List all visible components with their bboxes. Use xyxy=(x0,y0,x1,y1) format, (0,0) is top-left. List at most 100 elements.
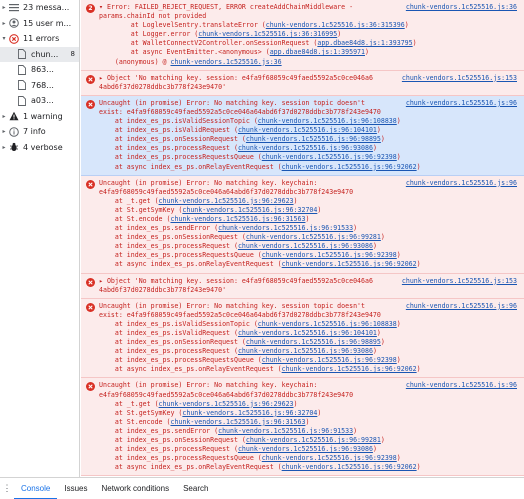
message-line: at async index_es_ps.onRelayEventRequest… xyxy=(99,463,520,472)
sidebar-item-8[interactable]: ▸ 7 info xyxy=(0,124,79,140)
stack-frame-link[interactable]: chunk-vendors.1c525516.js:96:29623 xyxy=(159,197,294,205)
source-link[interactable]: chunk-vendors.1c525516.js:153 xyxy=(402,74,517,83)
message-text: ▸ Object 'No matching key. session: e4fa… xyxy=(99,276,373,285)
message-text: ) xyxy=(396,153,401,162)
stack-frame-link[interactable]: chunk-vendors.1c525516.js:96:93086 xyxy=(238,347,373,355)
stack-frame-link[interactable]: chunk-vendors.1c525516.js:96:31563 xyxy=(170,418,305,426)
message-text: at index_es_ps.sendError ( xyxy=(99,426,219,435)
sidebar-item-5[interactable]: 768... xyxy=(0,78,79,94)
expand-arrow-icon: ▸ xyxy=(2,128,6,136)
stack-frame-link[interactable]: chunk-vendors.1c525516.js:96:92062 xyxy=(282,163,417,171)
message-text: at index_es_ps.isValidSessionTopic ( xyxy=(99,117,258,126)
message-text: ) xyxy=(380,436,385,445)
sidebar-item-label: 1 warning xyxy=(23,111,63,121)
console-message[interactable]: chunk-vendors.1c525516.js:96 Uncaught (in… xyxy=(81,298,524,379)
message-text: e4fa9f68059c49faed5592a5c0ce046a64abd6f3… xyxy=(99,390,354,399)
expand-arrow-icon: ▸ xyxy=(2,4,6,12)
message-text: at index_es_ps.processRequestsQueue ( xyxy=(99,356,262,365)
sidebar-item-count: 8 xyxy=(70,50,75,59)
stack-frame-link[interactable]: app.dbae84d8.js:1:395971 xyxy=(270,48,365,56)
stack-frame-link[interactable]: chunk-vendors.1c525516.js:96:29623 xyxy=(159,400,294,408)
console-message[interactable]: 2 chunk-vendors.1c525516.js:36 ▾ Error: FA… xyxy=(81,0,524,71)
sidebar-item-9[interactable]: ▸ 4 verbose xyxy=(0,140,79,156)
source-link[interactable]: chunk-vendors.1c525516.js:153 xyxy=(402,277,517,286)
message-text: ) xyxy=(396,319,401,328)
message-text: ) xyxy=(372,445,377,454)
repeat-count-badge: 2 xyxy=(86,4,95,13)
message-text: ) xyxy=(396,356,401,365)
message-line: at St.encode (chunk-vendors.1c525516.js:… xyxy=(99,418,520,427)
message-text: e4fa9f68059c49faed5592a5c0ce046a64abd6f3… xyxy=(99,187,354,196)
stack-frame-link[interactable]: chunk-vendors.1c525516.js:96:104101 xyxy=(238,126,377,134)
tab-network-conditions[interactable]: Network conditions xyxy=(94,478,176,499)
message-text: Uncaught (in promise) Error: No matching… xyxy=(99,301,365,310)
stack-frame-link[interactable]: chunk-vendors.1c525516.js:96:91533 xyxy=(218,427,353,435)
source-link[interactable]: chunk-vendors.1c525516.js:36 xyxy=(406,3,517,12)
stack-frame-link[interactable]: chunk-vendors.1c525516.js:36:316995 xyxy=(198,30,337,38)
message-text: at async index_es_ps.onRelayEventRequest… xyxy=(99,365,282,374)
console-message[interactable]: chunk-vendors.1c525516.js:153 ▸ Object 'N… xyxy=(81,273,524,299)
sidebar-item-label: 4 verbose xyxy=(23,142,63,152)
stack-frame-link[interactable]: chunk-vendors.1c525516.js:96:93086 xyxy=(238,242,373,250)
source-link[interactable]: chunk-vendors.1c525516.js:96 xyxy=(406,302,517,311)
stack-frame-link[interactable]: chunk-vendors.1c525516.js:96:99281 xyxy=(246,436,381,444)
stack-frame-link[interactable]: chunk-vendors.1c525516.js:96:92062 xyxy=(282,365,417,373)
message-text: ) xyxy=(353,426,358,435)
sidebar-item-7[interactable]: ▸ 1 warning xyxy=(0,109,79,125)
tab-issues[interactable]: Issues xyxy=(57,478,94,499)
stack-frame-link[interactable]: chunk-vendors.1c525516.js:96:93086 xyxy=(238,144,373,152)
tab-console[interactable]: Console xyxy=(14,478,58,499)
stack-frame-link[interactable]: chunk-vendors.1c525516.js:96:108838 xyxy=(258,117,397,125)
stack-frame-link[interactable]: chunk-vendors.1c525516.js:36:315396 xyxy=(266,21,405,29)
error-icon xyxy=(86,382,95,392)
stack-frame-link[interactable]: chunk-vendors.1c525516.js:96:92398 xyxy=(262,454,397,462)
stack-frame-link[interactable]: chunk-vendors.1c525516.js:96:108838 xyxy=(258,320,397,328)
message-line: at _t.get (chunk-vendors.1c525516.js:96:… xyxy=(99,197,520,206)
stack-frame-link[interactable]: chunk-vendors.1c525516.js:96:92398 xyxy=(262,153,397,161)
stack-frame-link[interactable]: chunk-vendors.1c525516.js:96:92062 xyxy=(282,463,417,471)
stack-frame-link[interactable]: chunk-vendors.1c525516.js:96:92398 xyxy=(262,356,397,364)
message-line: at index_es_ps.processRequest (chunk-ven… xyxy=(99,347,520,356)
stack-frame-link[interactable]: chunk-vendors.1c525516.js:96:32704 xyxy=(182,409,317,417)
console-message[interactable]: chunk-vendors.1c525516.js:153 ▸ Object 'N… xyxy=(81,70,524,96)
stack-frame-link[interactable]: chunk-vendors.1c525516.js:96:104101 xyxy=(238,329,377,337)
stack-frame-link[interactable]: chunk-vendors.1c525516.js:36 xyxy=(170,58,281,66)
expand-arrow-icon: ▸ xyxy=(2,19,6,27)
stack-frame-link[interactable]: chunk-vendors.1c525516.js:96:92398 xyxy=(262,251,397,259)
stack-frame-link[interactable]: chunk-vendors.1c525516.js:96:99281 xyxy=(246,233,381,241)
sidebar-item-6[interactable]: a03... xyxy=(0,93,79,109)
stack-frame-link[interactable]: chunk-vendors.1c525516.js:96:93086 xyxy=(238,445,373,453)
message-line: at index_es_ps.onSessionRequest (chunk-v… xyxy=(99,233,520,242)
stack-frame-link[interactable]: chunk-vendors.1c525516.js:96:92062 xyxy=(282,260,417,268)
sidebar-item-1[interactable]: ▸ 15 user m... xyxy=(0,16,79,32)
stack-frame-link[interactable]: chunk-vendors.1c525516.js:96:32704 xyxy=(182,206,317,214)
stack-frame-link[interactable]: chunk-vendors.1c525516.js:96:31563 xyxy=(170,215,305,223)
more-options-icon[interactable]: ⋮ xyxy=(0,483,14,494)
stack-frame-link[interactable]: app.dbae84d8.js:1:393795 xyxy=(317,39,412,47)
message-text: at LoglevelSentry.translateError ( xyxy=(99,21,266,30)
source-link[interactable]: chunk-vendors.1c525516.js:96 xyxy=(406,381,517,390)
message-text: ▾ Error: FAILED_REJECT_REQUEST, ERROR cr… xyxy=(99,3,354,11)
tab-search[interactable]: Search xyxy=(176,478,215,499)
source-link[interactable]: chunk-vendors.1c525516.js:96 xyxy=(406,179,517,188)
message-text: at index_es_ps.isValidRequest ( xyxy=(99,126,238,135)
sidebar-item-4[interactable]: 863... xyxy=(0,62,79,78)
message-text: ) xyxy=(317,408,322,417)
stack-frame-link[interactable]: chunk-vendors.1c525516.js:96:98895 xyxy=(246,135,381,143)
console-message[interactable]: chunk-vendors.1c525516.js:96 Uncaught (in… xyxy=(81,378,524,477)
stack-frame-link[interactable]: chunk-vendors.1c525516.js:96:91533 xyxy=(218,224,353,232)
message-text: at index_es_ps.onSessionRequest ( xyxy=(99,436,246,445)
console-message[interactable]: chunk-vendors.1c525516.js:96 Uncaught (in… xyxy=(81,95,524,176)
sidebar-item-0[interactable]: ▸ 23 messa... xyxy=(0,0,79,16)
message-line: at index_es_ps.isValidRequest (chunk-ven… xyxy=(99,329,520,338)
message-text: at async EventEmitter.<anonymous> ( xyxy=(99,48,270,57)
sidebar-item-2[interactable]: ▾ 11 errors xyxy=(0,31,79,47)
message-text: ) xyxy=(404,21,409,30)
message-text: Uncaught (in promise) Error: No matching… xyxy=(99,178,318,187)
stack-frame-link[interactable]: chunk-vendors.1c525516.js:96:98895 xyxy=(246,338,381,346)
message-text: ) xyxy=(372,242,377,251)
console-message[interactable]: chunk-vendors.1c525516.js:96 Uncaught (in… xyxy=(81,175,524,274)
sidebar-item-label: 23 messa... xyxy=(23,3,70,13)
sidebar-item-3[interactable]: chun... 8 xyxy=(0,46,79,62)
source-link[interactable]: chunk-vendors.1c525516.js:96 xyxy=(406,99,517,108)
